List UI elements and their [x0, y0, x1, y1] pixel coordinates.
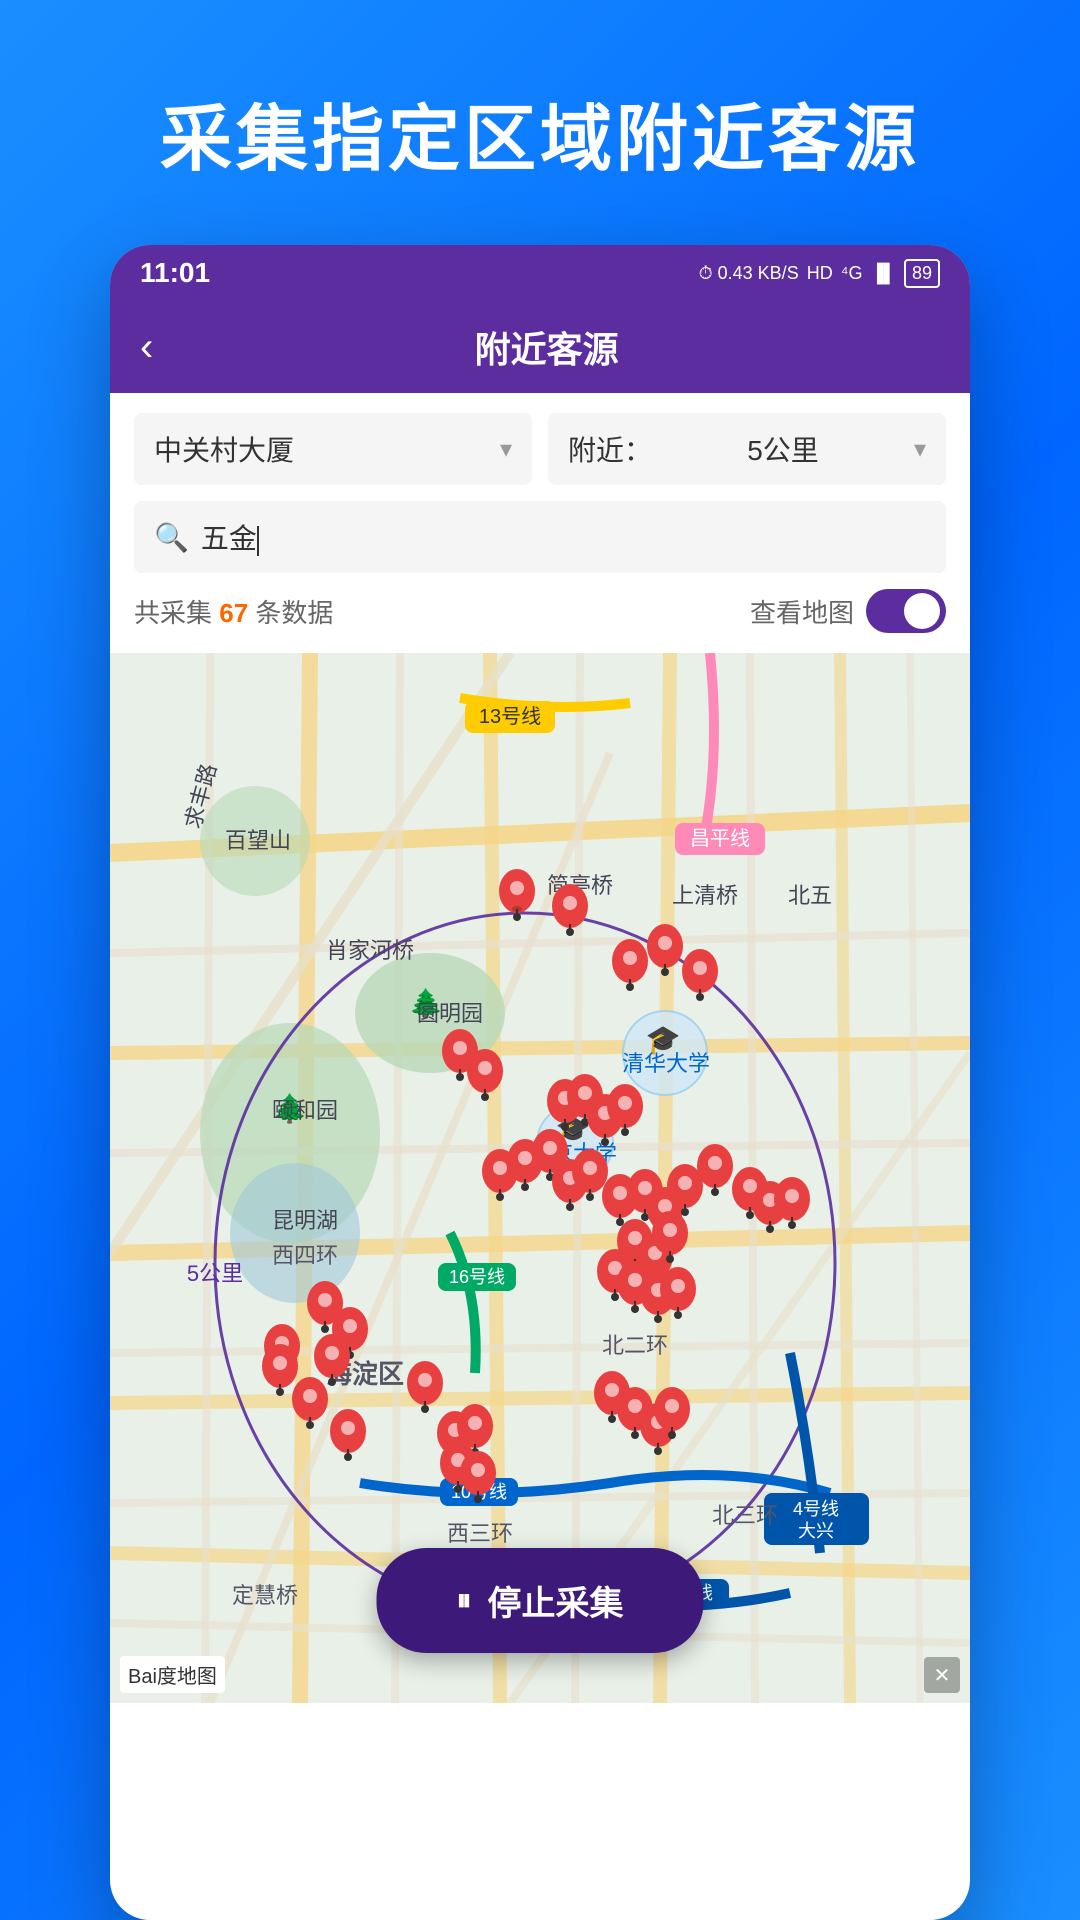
map-toggle-area[interactable]: 查看地图	[750, 589, 946, 633]
hd-badge: HD	[807, 263, 833, 284]
map-toggle-switch[interactable]	[866, 589, 946, 633]
search-input[interactable]: 五金	[201, 517, 926, 557]
phone-frame: 11:01 ⏱ 0.43 KB/S HD ⁴G ▐▌ 89 ‹ 附近客源 中关村…	[110, 245, 970, 1920]
location-value: 中关村大厦	[154, 429, 294, 469]
location-arrow-icon: ▾	[500, 435, 512, 464]
svg-text:4号线: 4号线	[793, 1499, 839, 1519]
toggle-knob	[904, 593, 940, 629]
map-toggle-label: 查看地图	[750, 593, 854, 630]
svg-text:上清桥: 上清桥	[672, 883, 738, 908]
svg-text:昌平线: 昌平线	[690, 827, 750, 850]
svg-text:大兴: 大兴	[798, 1521, 834, 1541]
status-time: 11:01	[140, 257, 210, 289]
svg-text:清华大学: 清华大学	[622, 1051, 710, 1076]
pause-icon: ⏸	[457, 1584, 472, 1618]
stop-collection-button[interactable]: ⏸ 停止采集	[377, 1548, 704, 1653]
network-icon: ⁴G	[841, 263, 863, 284]
svg-text:颐和园: 颐和园	[272, 1098, 338, 1123]
svg-text:北二环: 北二环	[602, 1333, 668, 1358]
stats-row: 共采集 67 条数据 查看地图	[134, 589, 946, 633]
search-bar[interactable]: 🔍 五金	[134, 501, 946, 573]
svg-text:北五: 北五	[788, 883, 832, 908]
svg-text:肖家河桥: 肖家河桥	[326, 938, 414, 963]
speed-indicator: ⏱ 0.43 KB/S	[699, 263, 799, 284]
svg-text:昆明湖: 昆明湖	[272, 1208, 338, 1233]
back-button[interactable]: ‹	[140, 325, 153, 370]
map-view[interactable]: 13号线 昌平线 16号线 10号线 4号线 大兴 2号线 百望山 求丰路 肖家…	[110, 653, 970, 1703]
distance-dropdown[interactable]: 附近： 5公里 ▾	[548, 413, 946, 485]
svg-text:百望山: 百望山	[225, 828, 291, 853]
page-title: 附近客源	[153, 321, 940, 373]
svg-text:16号线: 16号线	[449, 1267, 505, 1287]
app-header: ‹ 附近客源	[110, 301, 970, 393]
distance-arrow-icon: ▾	[914, 435, 926, 464]
stats-text: 共采集 67 条数据	[134, 593, 333, 630]
map-svg: 13号线 昌平线 16号线 10号线 4号线 大兴 2号线 百望山 求丰路 肖家…	[110, 653, 970, 1703]
distance-value: 5公里	[747, 429, 819, 469]
location-dropdown[interactable]: 中关村大厦 ▾	[134, 413, 532, 485]
svg-text:北三环: 北三环	[712, 1503, 778, 1528]
baidu-watermark: Bai度地图	[120, 1656, 225, 1693]
close-watermark-button[interactable]: ✕	[924, 1657, 960, 1693]
search-icon: 🔍	[154, 521, 189, 554]
stop-label: 停止采集	[488, 1576, 624, 1625]
status-bar: 11:01 ⏱ 0.43 KB/S HD ⁴G ▐▌ 89	[110, 245, 970, 301]
svg-text:13号线: 13号线	[479, 705, 541, 728]
status-icons: ⏱ 0.43 KB/S HD ⁴G ▐▌ 89	[699, 259, 940, 288]
distance-label: 附近：	[568, 429, 652, 469]
filter-row: 中关村大厦 ▾ 附近： 5公里 ▾	[134, 413, 946, 485]
data-count: 67	[219, 598, 248, 628]
svg-text:5公里: 5公里	[187, 1261, 243, 1286]
svg-text:圆明园: 圆明园	[417, 1001, 483, 1026]
svg-text:定慧桥: 定慧桥	[232, 1583, 298, 1608]
hero-title: 采集指定区域附近客源	[100, 0, 980, 245]
svg-text:西三环: 西三环	[447, 1521, 513, 1546]
battery-icon: 89	[904, 259, 940, 288]
signal-icon: ▐▌	[870, 263, 896, 284]
controls-area: 中关村大厦 ▾ 附近： 5公里 ▾ 🔍 五金 共采集 67 条数据 查看地图	[110, 393, 970, 653]
svg-text:西四环: 西四环	[272, 1243, 338, 1268]
